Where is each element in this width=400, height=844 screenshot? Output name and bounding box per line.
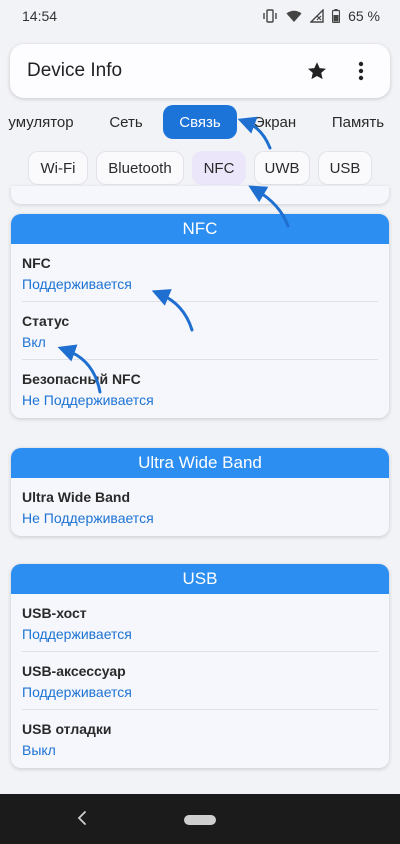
row-value: Поддерживается [22,626,132,642]
row-label: USB-аксессуар [22,663,126,679]
usb-card-title: USB [11,564,389,594]
chip-uwb[interactable]: UWB [254,151,310,185]
previous-card-bottom [11,186,389,204]
info-row-status: Статус Вкл [22,302,378,360]
chip-usb[interactable]: USB [318,151,372,185]
battery-percent: 65 % [348,8,380,24]
battery-icon [332,9,341,23]
chip-bluetooth[interactable]: Bluetooth [96,151,184,185]
row-label: USB отладки [22,721,112,737]
nfc-card: NFC NFC Поддерживается Статус Вкл Безопа… [11,214,389,418]
row-label: Ultra Wide Band [22,489,130,505]
category-tabs: умулятор Сеть Связь Экран Память [0,104,400,140]
row-label: USB-хост [22,605,87,621]
info-row-uwb: Ultra Wide Band Не Поддерживается [22,478,378,536]
app-title: Device Info [27,60,123,81]
chip-nfc[interactable]: NFC [192,151,246,185]
tab-memory[interactable]: Память [318,105,398,139]
row-value: Не Поддерживается [22,510,154,526]
nfc-card-title: NFC [11,214,389,244]
info-row-secure-nfc: Безопасный NFC Не Поддерживается [22,360,378,418]
app-bar: Device Info [10,44,390,98]
tab-display[interactable]: Экран [248,105,302,139]
tab-connectivity[interactable]: Связь [163,105,237,139]
star-icon[interactable] [304,58,330,84]
home-pill[interactable] [184,815,216,825]
row-value: Поддерживается [22,684,132,700]
connectivity-subtabs: Wi-Fi Bluetooth NFC UWB USB [0,151,400,187]
tab-emulator[interactable]: умулятор [0,105,82,139]
row-value: Вкл [22,334,46,350]
tab-network[interactable]: Сеть [100,105,152,139]
info-row-usb-debugging: USB отладки Выкл [22,710,378,768]
row-label: NFC [22,255,51,271]
status-icons: 65 % [262,8,380,24]
wifi-icon [286,9,302,23]
info-row-usb-accessory: USB-аксессуар Поддерживается [22,652,378,710]
no-signal-icon [310,9,324,23]
info-row-nfc: NFC Поддерживается [22,244,378,302]
uwb-card-title: Ultra Wide Band [11,448,389,478]
status-bar: 14:54 65 % [0,0,400,32]
system-nav-bar [0,794,400,844]
row-value: Поддерживается [22,276,132,292]
more-vert-icon[interactable] [348,58,374,84]
usb-card: USB USB-хост Поддерживается USB-аксессуа… [11,564,389,768]
chip-wifi[interactable]: Wi-Fi [28,151,88,185]
row-value: Выкл [22,742,56,758]
row-label: Статус [22,313,70,329]
back-icon[interactable] [76,810,88,831]
status-time: 14:54 [22,8,58,24]
uwb-card: Ultra Wide Band Ultra Wide Band Не Подде… [11,448,389,536]
row-label: Безопасный NFC [22,371,141,387]
info-row-usb-host: USB-хост Поддерживается [22,594,378,652]
vibrate-icon [262,9,278,23]
row-value: Не Поддерживается [22,392,154,408]
